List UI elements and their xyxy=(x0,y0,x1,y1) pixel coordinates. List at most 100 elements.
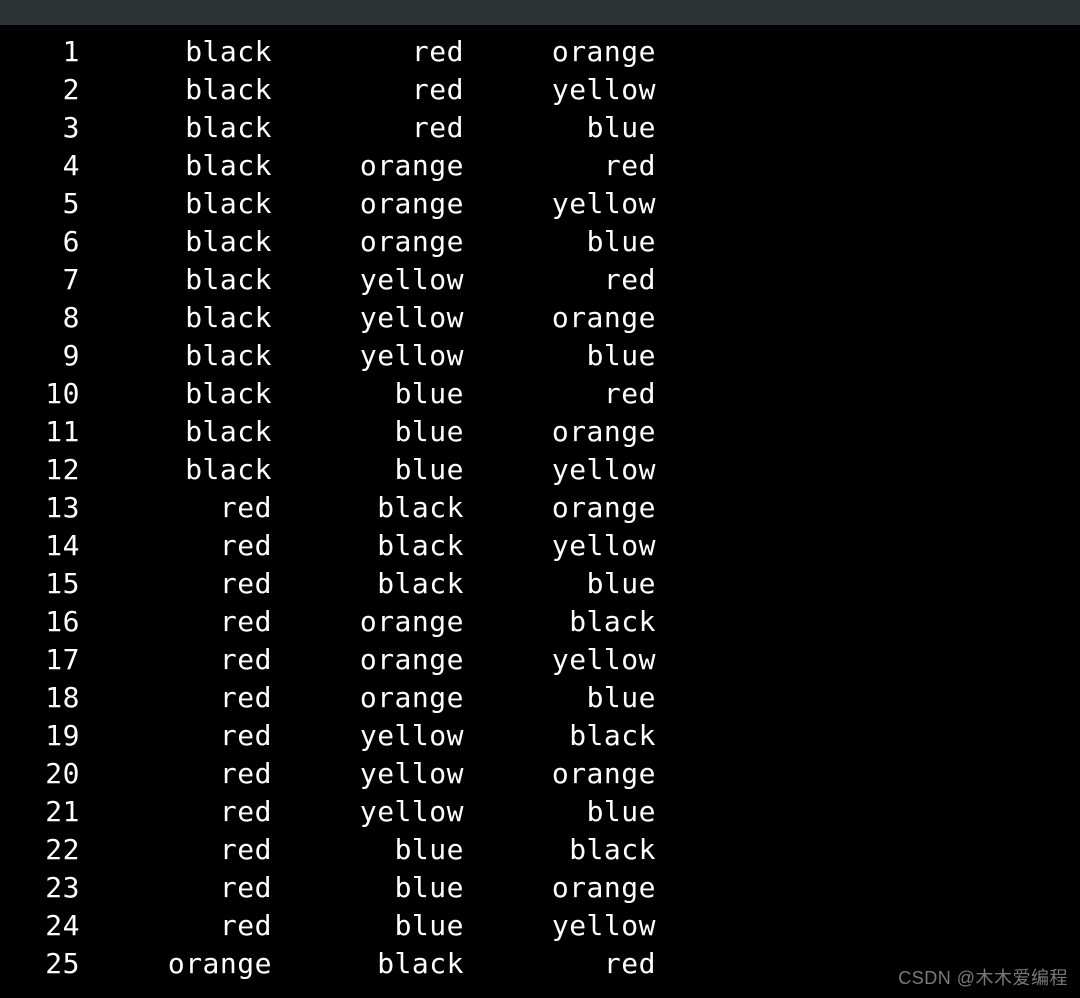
row-index: 22 xyxy=(0,831,80,869)
row-cell: black xyxy=(80,223,272,261)
row-index: 21 xyxy=(0,793,80,831)
output-row: 11blackblueorange xyxy=(0,413,1080,451)
row-cell: blue xyxy=(272,413,464,451)
row-cell: orange xyxy=(464,33,656,71)
row-cell: blue xyxy=(272,451,464,489)
row-cell: blue xyxy=(464,337,656,375)
output-row: 8blackyelloworange xyxy=(0,299,1080,337)
row-cell: black xyxy=(80,261,272,299)
row-cell: black xyxy=(80,33,272,71)
row-index: 2 xyxy=(0,71,80,109)
window-titlebar xyxy=(0,0,1080,25)
row-cell: red xyxy=(80,869,272,907)
row-cell: orange xyxy=(272,185,464,223)
terminal-output[interactable]: 1blackredorange2blackredyellow3blackredb… xyxy=(0,25,1080,983)
row-cell: red xyxy=(464,945,656,983)
row-cell: blue xyxy=(272,869,464,907)
row-index: 10 xyxy=(0,375,80,413)
output-row: 20redyelloworange xyxy=(0,755,1080,793)
row-cell: red xyxy=(80,793,272,831)
row-cell: blue xyxy=(464,109,656,147)
row-index: 3 xyxy=(0,109,80,147)
row-index: 9 xyxy=(0,337,80,375)
row-cell: black xyxy=(464,603,656,641)
row-cell: blue xyxy=(464,679,656,717)
row-cell: black xyxy=(80,71,272,109)
row-cell: blue xyxy=(464,565,656,603)
row-cell: black xyxy=(80,185,272,223)
output-row: 3blackredblue xyxy=(0,109,1080,147)
row-index: 13 xyxy=(0,489,80,527)
row-cell: black xyxy=(272,565,464,603)
row-cell: black xyxy=(464,717,656,755)
row-index: 19 xyxy=(0,717,80,755)
row-index: 16 xyxy=(0,603,80,641)
row-cell: red xyxy=(80,565,272,603)
row-cell: black xyxy=(80,413,272,451)
row-cell: blue xyxy=(464,793,656,831)
row-index: 11 xyxy=(0,413,80,451)
row-cell: yellow xyxy=(464,641,656,679)
row-cell: red xyxy=(272,71,464,109)
output-row: 16redorangeblack xyxy=(0,603,1080,641)
watermark-text: CSDN @木木爱编程 xyxy=(898,964,1068,990)
row-cell: yellow xyxy=(272,261,464,299)
row-cell: orange xyxy=(272,223,464,261)
row-index: 4 xyxy=(0,147,80,185)
row-cell: yellow xyxy=(464,451,656,489)
row-cell: blue xyxy=(464,223,656,261)
row-index: 17 xyxy=(0,641,80,679)
row-cell: red xyxy=(272,33,464,71)
row-cell: orange xyxy=(272,641,464,679)
output-row: 14redblackyellow xyxy=(0,527,1080,565)
row-cell: red xyxy=(80,489,272,527)
row-cell: red xyxy=(80,641,272,679)
row-cell: black xyxy=(80,451,272,489)
row-cell: blue xyxy=(272,907,464,945)
row-cell: black xyxy=(80,109,272,147)
output-row: 2blackredyellow xyxy=(0,71,1080,109)
row-cell: black xyxy=(80,375,272,413)
row-cell: blue xyxy=(272,831,464,869)
row-index: 8 xyxy=(0,299,80,337)
row-cell: red xyxy=(80,527,272,565)
row-cell: blue xyxy=(272,375,464,413)
output-row: 9blackyellowblue xyxy=(0,337,1080,375)
output-row: 4blackorangered xyxy=(0,147,1080,185)
output-row: 21redyellowblue xyxy=(0,793,1080,831)
row-cell: yellow xyxy=(464,185,656,223)
row-index: 14 xyxy=(0,527,80,565)
row-cell: yellow xyxy=(464,907,656,945)
row-index: 23 xyxy=(0,869,80,907)
row-index: 7 xyxy=(0,261,80,299)
output-row: 7blackyellowred xyxy=(0,261,1080,299)
row-cell: orange xyxy=(272,603,464,641)
output-row: 24redblueyellow xyxy=(0,907,1080,945)
row-cell: black xyxy=(272,945,464,983)
row-cell: red xyxy=(80,755,272,793)
row-cell: black xyxy=(80,299,272,337)
output-row: 15redblackblue xyxy=(0,565,1080,603)
output-row: 6blackorangeblue xyxy=(0,223,1080,261)
row-cell: black xyxy=(80,147,272,185)
row-index: 1 xyxy=(0,33,80,71)
row-cell: yellow xyxy=(272,337,464,375)
row-index: 24 xyxy=(0,907,80,945)
row-cell: orange xyxy=(272,147,464,185)
row-cell: red xyxy=(464,375,656,413)
row-cell: orange xyxy=(80,945,272,983)
row-cell: red xyxy=(80,603,272,641)
row-cell: orange xyxy=(464,489,656,527)
row-index: 25 xyxy=(0,945,80,983)
output-row: 18redorangeblue xyxy=(0,679,1080,717)
row-cell: red xyxy=(80,679,272,717)
row-cell: black xyxy=(272,489,464,527)
row-cell: black xyxy=(464,831,656,869)
row-cell: orange xyxy=(464,413,656,451)
row-cell: orange xyxy=(464,299,656,337)
output-row: 10blackbluered xyxy=(0,375,1080,413)
row-cell: yellow xyxy=(464,71,656,109)
output-row: 22redblueblack xyxy=(0,831,1080,869)
row-index: 20 xyxy=(0,755,80,793)
row-cell: yellow xyxy=(272,299,464,337)
